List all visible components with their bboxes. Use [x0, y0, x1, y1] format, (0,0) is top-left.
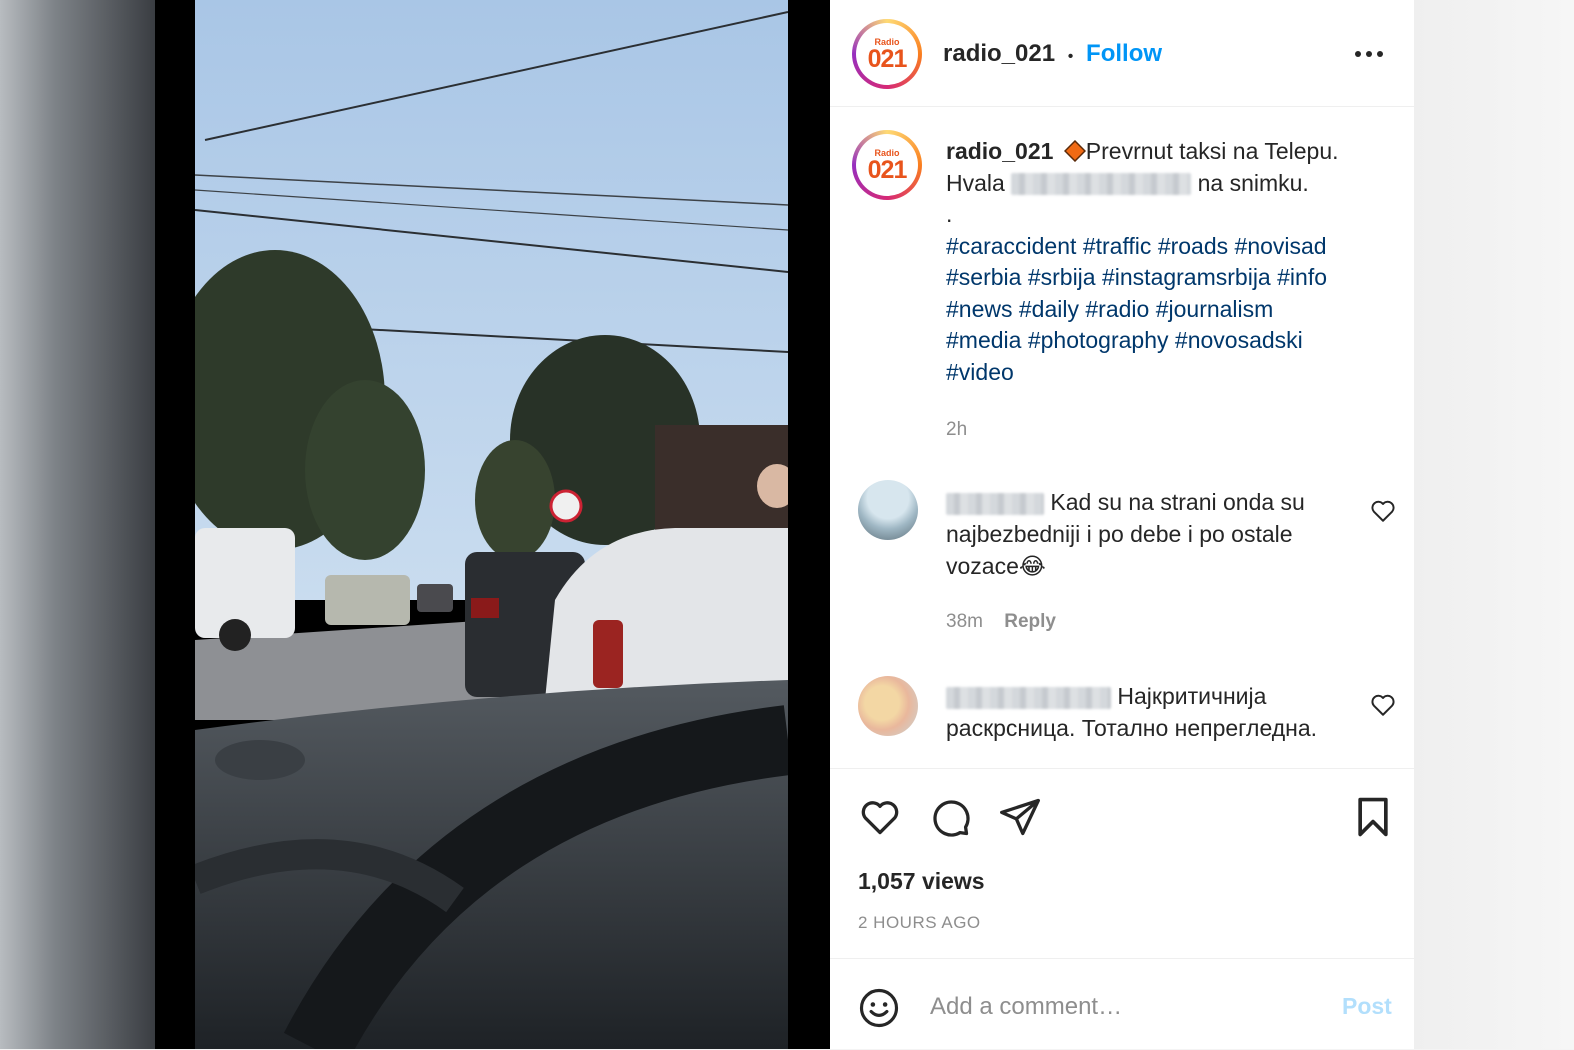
view-count[interactable]: 1,057 views — [858, 868, 985, 895]
background-left — [0, 0, 155, 1049]
hashtag[interactable]: #journalism — [1156, 296, 1274, 322]
post-panel: Radio 021 radio_021 • Follow Radio 021 r… — [830, 0, 1414, 1049]
header-separator: • — [1067, 48, 1074, 65]
header-username[interactable]: radio_021 — [943, 40, 1055, 67]
heart-icon[interactable] — [1370, 692, 1396, 718]
caption-username[interactable]: radio_021 — [946, 138, 1053, 164]
hashtag[interactable]: #media — [946, 327, 1021, 353]
follow-button[interactable]: Follow — [1086, 40, 1162, 67]
hashtag[interactable]: #srbija — [1028, 264, 1096, 290]
comment-avatar[interactable] — [858, 676, 918, 736]
emoji-icon[interactable] — [858, 987, 900, 1029]
hashtag[interactable]: #photography — [1028, 327, 1169, 353]
hashtag[interactable]: #serbia — [946, 264, 1021, 290]
caption-avatar[interactable]: Radio 021 — [852, 130, 922, 200]
bookmark-icon[interactable] — [1351, 795, 1395, 839]
post-video[interactable] — [155, 0, 830, 1049]
comment-icon[interactable] — [928, 795, 972, 839]
comment-avatar[interactable] — [858, 480, 918, 540]
hashtag[interactable]: #novisad — [1235, 233, 1327, 259]
hashtag[interactable]: #roads — [1158, 233, 1228, 259]
hashtag[interactable]: #news — [946, 296, 1012, 322]
avatar-logo-num: 021 — [867, 44, 908, 73]
comment-text-block: Kad su na strani onda su najbezbedniji i… — [946, 486, 1356, 582]
blurred-username — [1011, 173, 1192, 196]
reply-button[interactable]: Reply — [1004, 611, 1056, 632]
blurred-username — [946, 686, 1111, 709]
hashtag[interactable]: #novosadski — [1175, 327, 1303, 353]
comment-text-block: Најкритичнија раскрсница. Тотално непрег… — [946, 680, 1356, 744]
caption-avatar-logo-num: 021 — [867, 155, 908, 184]
caption-dot: . — [946, 201, 953, 227]
caption-na-snimku: na snimku. — [1197, 169, 1309, 196]
caption-time[interactable]: 2h — [946, 419, 967, 441]
more-icon[interactable] — [1354, 44, 1384, 64]
hashtag[interactable]: #video — [946, 359, 1014, 385]
avatar[interactable]: Radio 021 — [852, 19, 922, 89]
video-frame — [195, 0, 788, 1049]
hashtag[interactable]: #daily — [1019, 296, 1079, 322]
hashtag[interactable]: #caraccident — [946, 233, 1076, 259]
blurred-username — [946, 492, 1044, 515]
caption-hvala: Hvala — [946, 169, 1005, 196]
posted-time[interactable]: 2 HOURS AGO — [858, 913, 981, 933]
hashtag[interactable]: #traffic — [1083, 233, 1152, 259]
heart-icon[interactable] — [858, 795, 902, 839]
caption-line1: Prevrnut taksi na Telepu. — [1085, 138, 1339, 164]
post-header: Radio 021 radio_021 • Follow — [830, 0, 1414, 107]
diamond-icon — [1063, 139, 1086, 163]
hashtag[interactable]: #radio — [1085, 296, 1149, 322]
caption: radio_021 Prevrnut taksi na Telepu. Hval… — [946, 136, 1376, 388]
comment-time[interactable]: 38m — [946, 611, 983, 632]
add-comment-bar: Post — [830, 958, 1414, 1050]
background-right — [1414, 0, 1574, 1049]
comment-input[interactable] — [928, 989, 1312, 1025]
heart-icon[interactable] — [1370, 498, 1396, 524]
hashtag[interactable]: #instagramsrbija — [1102, 264, 1271, 290]
hashtag[interactable]: #info — [1277, 264, 1327, 290]
video-scene-image — [195, 0, 788, 1049]
share-icon[interactable] — [998, 795, 1042, 839]
comment-meta: 38m Reply — [946, 611, 1056, 633]
post-comment-button[interactable]: Post — [1342, 993, 1392, 1020]
